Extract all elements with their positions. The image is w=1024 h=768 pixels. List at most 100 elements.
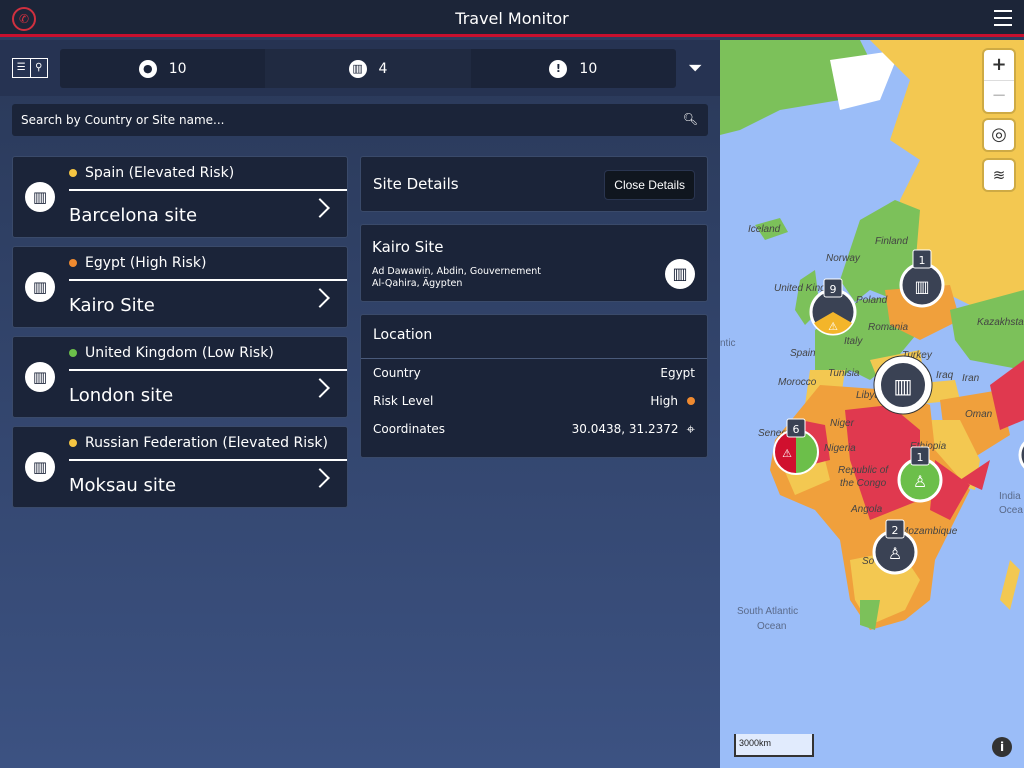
building-icon: ▥ [25, 272, 55, 302]
site-risk: Spain (Elevated Risk) [85, 165, 235, 181]
site-card[interactable]: ▥ Russian Federation (Elevated Risk) Mok… [12, 426, 348, 508]
building-icon: ▥ [665, 259, 695, 289]
row-label: Coordinates [373, 422, 446, 436]
building-icon: ▥ [914, 277, 929, 296]
sites-count: 4 [378, 60, 388, 77]
map-label: the Congo [840, 478, 887, 489]
site-card[interactable]: ▥ United Kingdom (Low Risk) London site [12, 336, 348, 418]
tab-sites[interactable]: ▥ 4 [265, 49, 471, 88]
address-line: Al-Qahira, Ägypten [372, 278, 463, 289]
detail-site-name: Kairo Site [372, 238, 444, 256]
map-scale: 3000km [734, 734, 814, 757]
selected-site-marker[interactable]: ▥ [873, 355, 933, 415]
map-label: Romania [868, 322, 908, 333]
chevron-right-icon [310, 468, 330, 488]
risk-map[interactable]: Iceland Finland Norway United King Polan… [720, 40, 1024, 768]
row-label: Country [373, 366, 421, 380]
site-name: Barcelona site [69, 205, 198, 226]
building-icon: ▥ [894, 374, 913, 398]
map-label: Nigeria [824, 443, 856, 454]
building-icon: ▥ [25, 362, 55, 392]
search-input[interactable] [12, 104, 708, 136]
zoom-control: + − [984, 50, 1014, 112]
map-label: India [999, 491, 1021, 502]
address-line: Ad Dawawin, Abdin, Gouvernement [372, 266, 541, 277]
site-card[interactable]: ▥ Egypt (High Risk) Kairo Site [12, 246, 348, 328]
map-label: Poland [856, 295, 888, 306]
site-address: Ad Dawawin, Abdin, Gouvernement Al-Qahira… [372, 266, 541, 290]
person-icon: ● [138, 59, 157, 78]
tab-travelers[interactable]: ● 10 [60, 49, 265, 88]
risk-dot [69, 349, 77, 357]
site-risk: Russian Federation (Elevated Risk) [85, 435, 328, 451]
layers-icon[interactable]: ≋ [984, 160, 1014, 190]
building-icon: ▥ [348, 59, 367, 78]
map-label: Norway [826, 253, 861, 264]
cluster-count: 6 [793, 423, 800, 436]
map-label: Oman [965, 409, 993, 420]
risk-dot [69, 259, 77, 267]
building-icon: ▥ [25, 452, 55, 482]
locate-icon[interactable]: ◎ [984, 120, 1014, 150]
filter-icon[interactable]: ⏷ [688, 58, 702, 79]
map-view[interactable]: Iceland Finland Norway United King Polan… [720, 40, 1024, 768]
row-label: Risk Level [373, 394, 434, 408]
list-map-toggle-icon[interactable]: ☰ ⚲ [12, 58, 48, 78]
building-icon: ▥ [25, 182, 55, 212]
site-card[interactable]: ▥ Spain (Elevated Risk) Barcelona site [12, 156, 348, 238]
location-title: Location [361, 315, 707, 359]
cluster-count: 1 [917, 451, 924, 464]
app-title: Travel Monitor [455, 9, 569, 28]
chevron-right-icon [310, 288, 330, 308]
site-info-card: Kairo Site Ad Dawawin, Abdin, Gouverneme… [360, 224, 708, 302]
search-icon[interactable]: 🔍︎ [683, 112, 698, 126]
map-label: Spain [790, 348, 816, 359]
map-label: Republic of [838, 465, 889, 476]
warning-icon: ⚠ [782, 447, 792, 460]
site-name: Kairo Site [69, 295, 155, 316]
map-label: Niger [830, 418, 855, 429]
risk-level-row: Risk Level High [361, 387, 707, 415]
map-label: Finland [875, 236, 908, 247]
app-header: ✆ Travel Monitor [0, 0, 1024, 37]
map-label: United King [774, 283, 826, 294]
alerts-count: 10 [579, 60, 598, 77]
warning-icon: ! [549, 59, 568, 78]
map-label: Morocco [778, 377, 817, 388]
chevron-right-icon [310, 198, 330, 218]
toolbar: ☰ ⚲ ● 10 ▥ 4 ! 10 ⏷ [0, 40, 720, 96]
person-icon: ♙ [913, 472, 927, 491]
cluster-count: 1 [919, 254, 926, 267]
tab-alerts[interactable]: ! 10 [471, 49, 676, 88]
hamburger-menu-icon[interactable] [994, 10, 1012, 26]
map-label: Ocean [757, 621, 786, 632]
map-label: South Atlantic [737, 606, 798, 617]
cluster-marker[interactable] [1018, 437, 1024, 473]
close-details-button[interactable]: Close Details [604, 170, 695, 200]
map-label: Tunisia [828, 368, 860, 379]
search-bar: 🔍︎ [12, 104, 708, 136]
row-value: Egypt [660, 366, 695, 380]
zoom-in-button[interactable]: + [984, 50, 1014, 81]
site-name: London site [69, 385, 174, 406]
details-title: Site Details [373, 175, 459, 193]
site-risk: United Kingdom (Low Risk) [85, 345, 274, 361]
site-details-header: Site Details Close Details [360, 156, 708, 212]
site-name: Moksau site [69, 475, 177, 496]
map-label: Iceland [748, 224, 781, 235]
locate-icon[interactable]: ⌖ [687, 420, 695, 438]
map-label: Iran [962, 373, 980, 384]
info-icon[interactable]: i [992, 737, 1012, 757]
row-value: 30.0438, 31.2372 [571, 422, 679, 436]
row-value: High [650, 394, 678, 408]
country-row: Country Egypt [361, 359, 707, 387]
cluster-count: 9 [830, 283, 837, 296]
zoom-out-button[interactable]: − [984, 81, 1014, 112]
risk-dot [69, 439, 77, 447]
category-tabs: ● 10 ▥ 4 ! 10 [60, 49, 676, 88]
map-label: ntic [720, 338, 736, 349]
map-label: So [862, 556, 875, 567]
map-label: Kazakhstan [977, 317, 1024, 328]
warning-icon: ⚠ [828, 320, 838, 333]
chevron-right-icon [310, 378, 330, 398]
